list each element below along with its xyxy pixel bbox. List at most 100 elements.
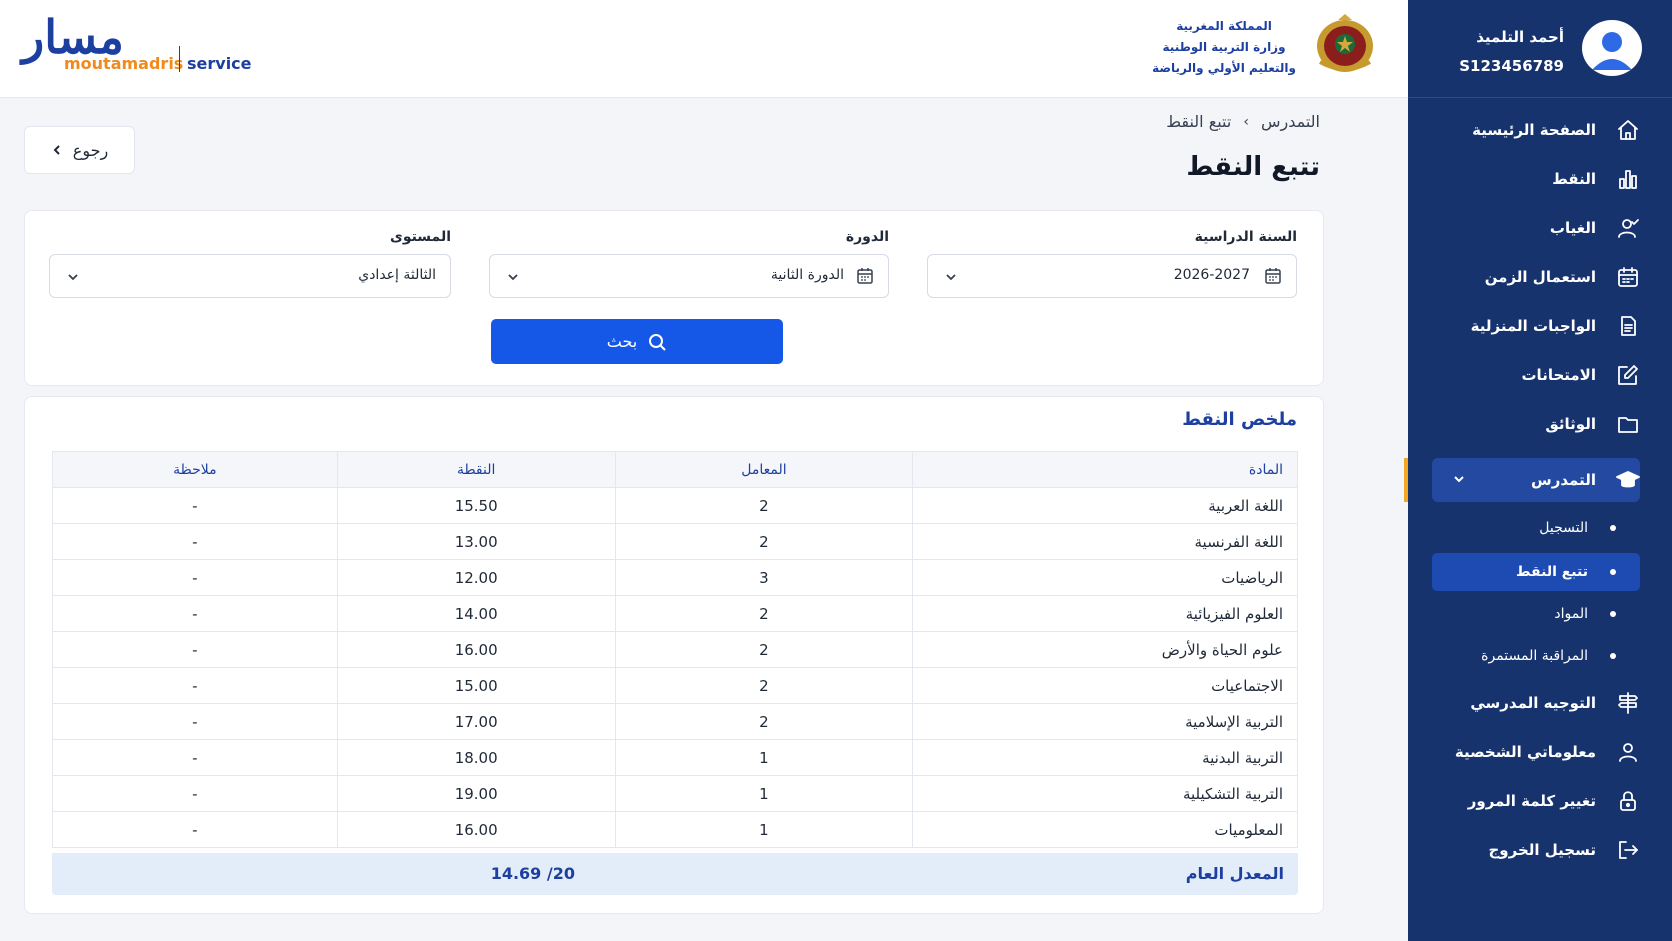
coefficient-cell: 2 — [614, 487, 914, 524]
chevron-down-icon — [68, 274, 78, 281]
subject-cell: التربية الإسلامية — [912, 703, 1298, 740]
back-button[interactable]: رجوع — [24, 126, 135, 174]
column-header-subject[interactable]: المادة — [912, 451, 1298, 488]
note-cell: - — [52, 523, 338, 560]
logout-icon — [1614, 836, 1642, 864]
grade-cell: 16.00 — [336, 631, 616, 668]
ministry-line-3: والتعليم الأولي والرياضة — [1152, 61, 1296, 75]
subject-cell: الرياضيات — [912, 559, 1298, 596]
search-button[interactable]: بحث — [491, 319, 783, 364]
note-cell: - — [52, 667, 338, 704]
sidebar-sub-subjects[interactable]: المواد — [1554, 599, 1616, 629]
column-header-coefficient[interactable]: المعامل — [614, 451, 914, 488]
sidebar-item-absences[interactable]: الغياب — [1432, 210, 1642, 246]
document-icon — [1614, 312, 1642, 340]
level-select[interactable]: الثالثة إعدادي — [49, 254, 451, 298]
note-cell: - — [52, 595, 338, 632]
user-icon — [1614, 738, 1642, 766]
sidebar-sub-label: تتبع النقط — [1516, 564, 1588, 580]
note-cell: - — [52, 703, 338, 740]
chevron-left-icon — [53, 145, 60, 155]
year-select[interactable]: 2026-2027 — [927, 254, 1297, 298]
subject-cell: الاجتماعيات — [912, 667, 1298, 704]
sidebar-item-orientation[interactable]: التوجيه المدرسي — [1432, 685, 1642, 721]
sidebar-item-exams[interactable]: الامتحانات — [1432, 357, 1642, 393]
year-label: السنة الدراسية — [1194, 229, 1297, 245]
back-button-label: رجوع — [72, 140, 109, 160]
sidebar-item-homework[interactable]: الواجبات المنزلية — [1432, 308, 1642, 344]
table-row: اللغة الفرنسية 2 13.00- — [52, 523, 1298, 560]
session-select[interactable]: الدورة الثانية — [489, 254, 889, 298]
coefficient-cell: 3 — [614, 559, 914, 596]
grades-summary-card: ملخص النقط المادة المعامل النقطة ملاحظة … — [24, 396, 1324, 914]
logo-divider — [179, 46, 180, 72]
level-label: المستوى — [389, 229, 451, 245]
subject-cell: اللغة الفرنسية — [912, 523, 1298, 560]
folder-icon — [1614, 410, 1642, 438]
calendar-icon — [857, 268, 873, 284]
subject-cell: العلوم الفيزيائية — [912, 595, 1298, 632]
subject-cell: التربية التشكيلية — [912, 775, 1298, 812]
table-row: اللغة العربية 2 15.50- — [52, 487, 1298, 524]
bar-chart-icon — [1614, 165, 1642, 193]
user-avatar-icon — [1592, 32, 1632, 70]
sidebar-item-change-password[interactable]: تغيير كلمة المرور — [1432, 783, 1642, 819]
note-cell: - — [52, 811, 338, 848]
logo-moutamadris-text: moutamadris — [64, 54, 184, 73]
coefficient-cell: 1 — [614, 775, 914, 812]
table-row: المعلوميات 1 16.00- — [52, 811, 1298, 848]
sidebar-item-label: الغياب — [1549, 219, 1596, 237]
column-header-grade[interactable]: النقطة — [336, 451, 616, 488]
avatar[interactable] — [1582, 20, 1642, 76]
subject-cell: التربية البدنية — [912, 739, 1298, 776]
sidebar-item-schooling[interactable]: التمدرس — [1432, 462, 1642, 498]
sidebar-item-label: التوجيه المدرسي — [1470, 694, 1596, 712]
table-row: التربية الإسلامية 2 17.00- — [52, 703, 1298, 740]
bullet-icon — [1610, 653, 1616, 659]
signpost-icon — [1614, 689, 1642, 717]
general-average-value: 14.69 /20 — [490, 864, 575, 883]
ministry-line-2: وزارة التربية الوطنية — [1162, 40, 1286, 54]
subject-cell: المعلوميات — [912, 811, 1298, 848]
general-average-label: المعدل العام — [1185, 864, 1284, 883]
active-indicator — [1404, 458, 1408, 502]
column-header-note[interactable]: ملاحظة — [52, 451, 338, 488]
grade-cell: 15.00 — [336, 667, 616, 704]
sidebar-sub-label: المواد — [1554, 606, 1588, 622]
grade-cell: 16.00 — [336, 811, 616, 848]
session-value: الدورة الثانية — [770, 267, 844, 283]
sidebar-sub-registration[interactable]: التسجيل — [1539, 513, 1616, 543]
coefficient-cell: 2 — [614, 703, 914, 740]
table-header-row: المادة المعامل النقطة ملاحظة — [52, 451, 1298, 488]
sidebar-item-home[interactable]: الصفحة الرئيسية — [1432, 112, 1642, 148]
year-value: 2026-2027 — [1173, 267, 1250, 283]
table-row: الرياضيات 3 12.00- — [52, 559, 1298, 596]
note-cell: - — [52, 631, 338, 668]
sidebar-item-documents[interactable]: الوثائق — [1432, 406, 1642, 442]
sidebar-item-logout[interactable]: تسجيل الخروج — [1432, 832, 1642, 868]
grade-cell: 14.00 — [336, 595, 616, 632]
sidebar-item-label: الواجبات المنزلية — [1470, 317, 1596, 335]
sidebar-item-timetable[interactable]: استعمال الزمن — [1432, 259, 1642, 295]
sidebar-item-personal-info[interactable]: معلوماتي الشخصية — [1432, 734, 1642, 770]
sidebar-item-grades[interactable]: النقط — [1432, 161, 1642, 197]
page-title: تتبع النقط — [1186, 152, 1320, 182]
subject-cell: علوم الحياة والأرض — [912, 631, 1298, 668]
sidebar-item-label: معلوماتي الشخصية — [1454, 743, 1596, 761]
breadcrumb: التمدرس › تتبع النقط — [1166, 112, 1320, 131]
table-row: الاجتماعيات 2 15.00- — [52, 667, 1298, 704]
user-profile[interactable]: أحمد التلميذ S123456789 — [1408, 0, 1672, 98]
search-icon — [649, 333, 666, 351]
bullet-icon — [1610, 611, 1616, 617]
coefficient-cell: 2 — [614, 631, 914, 668]
sidebar-sub-continuous-assessment[interactable]: المراقبة المستمرة — [1481, 641, 1616, 671]
grade-cell: 15.50 — [336, 487, 616, 524]
filters-card: السنة الدراسية 2026-2027 الدورة الدورة ا… — [24, 210, 1324, 386]
sidebar-sub-grade-tracking[interactable]: تتبع النقط — [1516, 557, 1616, 587]
chevron-down-icon — [946, 274, 956, 281]
sidebar-item-label: النقط — [1552, 170, 1596, 188]
note-cell: - — [52, 487, 338, 524]
table-row: علوم الحياة والأرض 2 16.00- — [52, 631, 1298, 668]
breadcrumb-parent[interactable]: التمدرس — [1261, 112, 1320, 131]
bullet-icon — [1610, 525, 1616, 531]
